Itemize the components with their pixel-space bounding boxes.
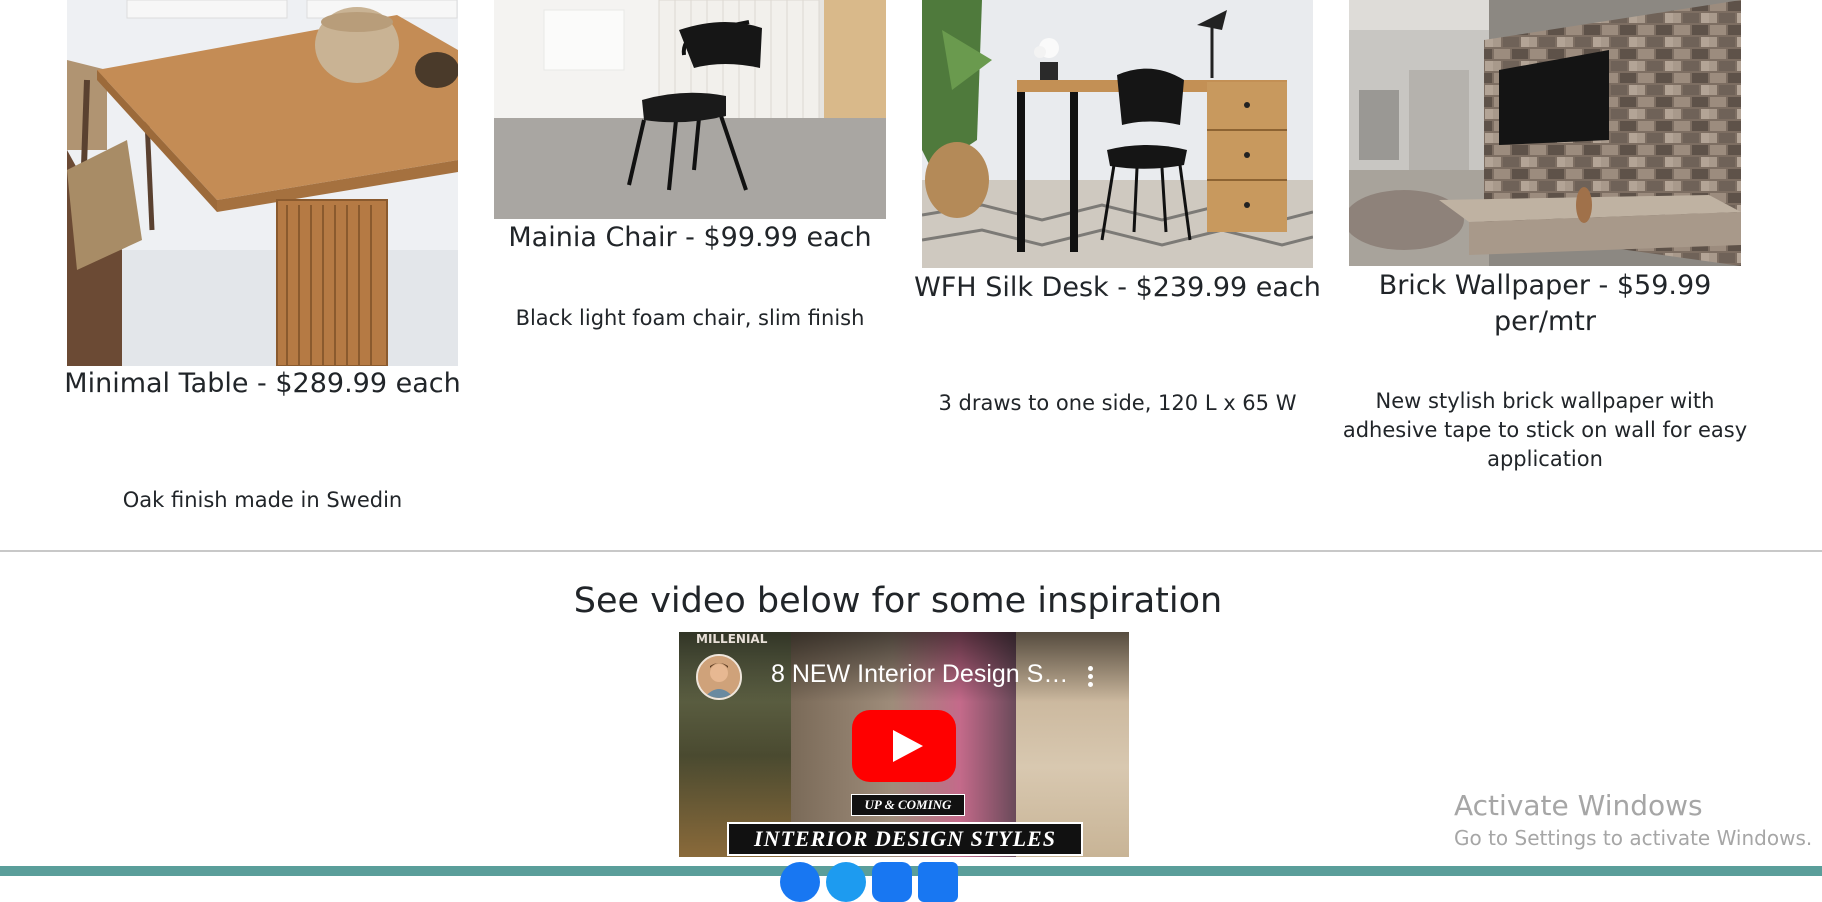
product-name: Minimal Table - $289.99 each	[64, 368, 461, 399]
facebook-icon[interactable]	[780, 862, 820, 902]
channel-avatar[interactable]	[696, 654, 742, 700]
youtube-video-embed[interactable]: MILLENIAL 8 NEW Interior Design Styles U…	[679, 632, 1129, 857]
twitter-icon[interactable]	[826, 862, 866, 902]
product-description: New stylish brick wallpaper with adhesiv…	[1342, 389, 1748, 471]
thumbnail-badge-small: UP & COMING	[851, 794, 965, 816]
youtube-play-icon[interactable]	[852, 710, 956, 782]
thumbnail-badge-large: INTERIOR DESIGN STYLES	[727, 822, 1083, 856]
instagram-icon[interactable]	[872, 862, 912, 902]
product-description: 3 draws to one side, 120 L x 65 W	[938, 391, 1297, 415]
product-name: Brick Wallpaper - $59.99 per/mtr	[1378, 270, 1712, 337]
video-title[interactable]: 8 NEW Interior Design Styles	[771, 656, 1071, 692]
linkedin-icon[interactable]	[918, 862, 958, 902]
product-description: Oak finish made in Swedin	[122, 488, 403, 512]
activate-windows-watermark: Activate Windows Go to Settings to activ…	[1454, 788, 1812, 852]
product-image-desk	[922, 0, 1313, 268]
video-section-heading: See video below for some inspiration	[573, 581, 1223, 621]
section-divider	[0, 550, 1822, 552]
product-name: WFH Silk Desk - $239.99 each	[914, 272, 1321, 303]
social-links	[780, 862, 980, 902]
more-vert-icon[interactable]	[1079, 658, 1103, 694]
product-image-table	[67, 0, 458, 366]
product-description: Black light foam chair, slim finish	[515, 306, 865, 330]
watermark-title: Activate Windows	[1454, 789, 1703, 822]
channel-label: MILLENIAL	[696, 632, 768, 646]
watermark-subtitle: Go to Settings to activate Windows.	[1454, 826, 1813, 850]
product-image-wallpaper	[1349, 0, 1741, 266]
product-name: Mainia Chair - $99.99 each	[508, 222, 872, 253]
product-image-chair	[494, 0, 886, 219]
